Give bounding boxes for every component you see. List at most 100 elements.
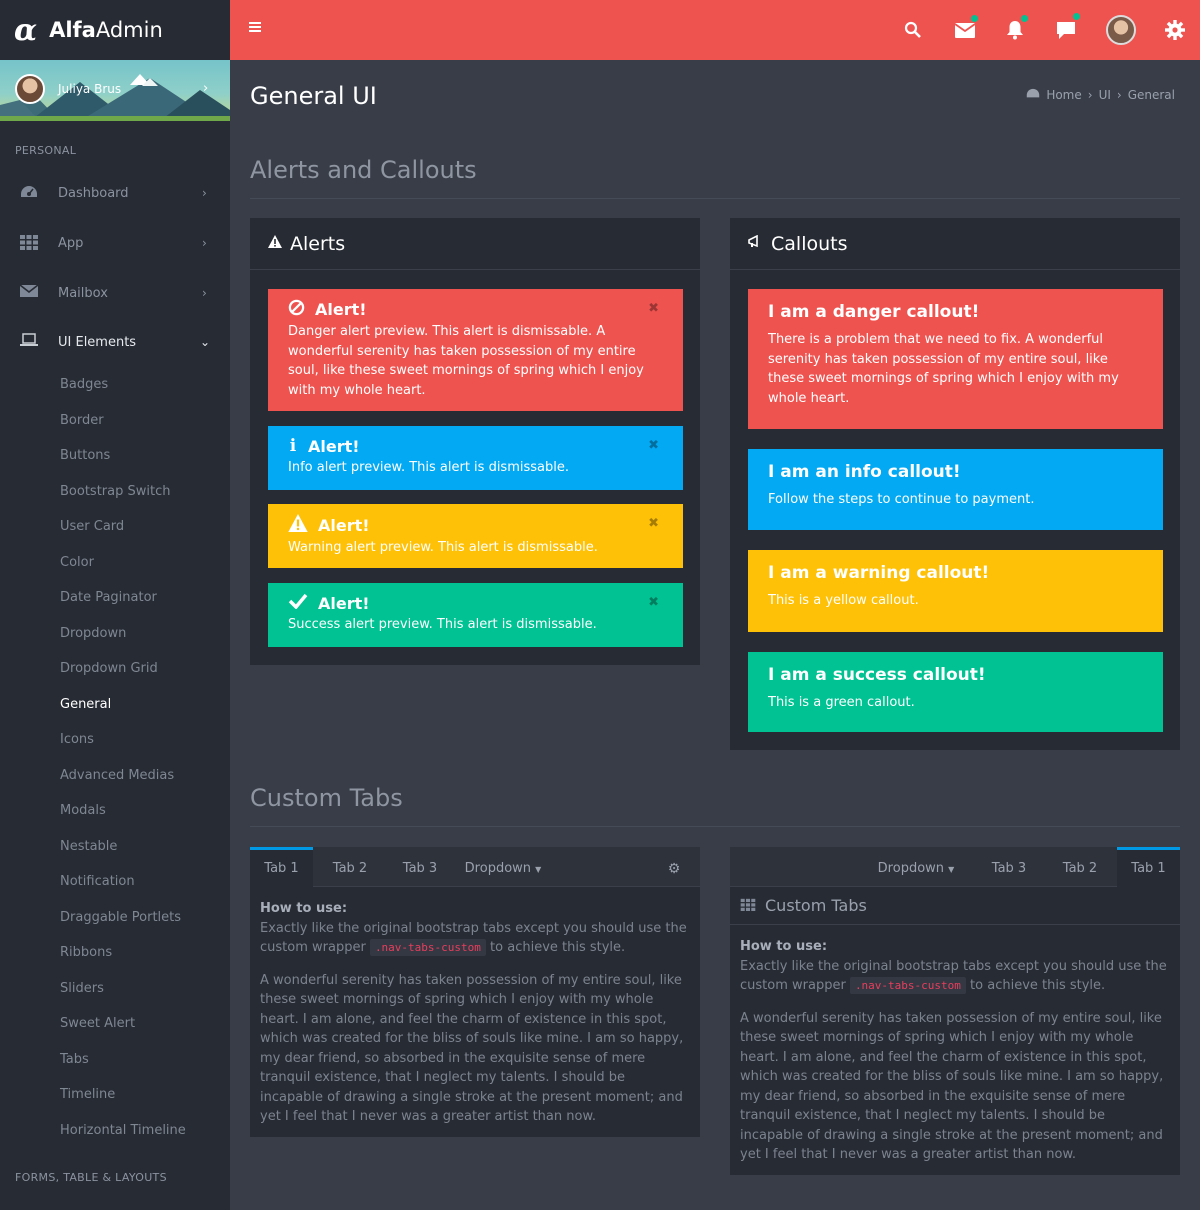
sidebar-subitem[interactable]: Color [60, 555, 94, 570]
search-icon[interactable] [901, 18, 925, 42]
callout-title: I am a danger callout! [768, 302, 980, 322]
alerts-title: Alerts [290, 232, 346, 255]
close-icon[interactable]: ✖ [648, 301, 659, 316]
sidebar: α Alfa Admin Juliya Brus › PERSONAL Dash… [0, 0, 230, 1210]
caret-down-icon: ▼ [948, 865, 955, 874]
sidebar-subitem[interactable]: Tabs [60, 1052, 89, 1067]
alert-text: Warning alert preview. This alert is dis… [288, 540, 598, 555]
callouts-title: Callouts [771, 232, 848, 255]
sidebar-subitem[interactable]: Nestable [60, 839, 117, 854]
sidebar-subitem[interactable]: Border [60, 413, 104, 428]
sidebar-item-label: Dashboard [58, 185, 129, 201]
dashboard-icon [1026, 88, 1040, 102]
tab-1[interactable]: Tab 1 [1117, 847, 1180, 887]
divider [250, 826, 1180, 827]
alert-title: Alert! [315, 300, 367, 319]
sidebar-item-app[interactable]: App › [0, 228, 230, 258]
sidebar-subitem[interactable]: Notification [60, 874, 135, 889]
tabs-header: Custom Tabs [730, 887, 1180, 925]
brand-name-bold: Alfa [49, 18, 96, 42]
tab-dropdown[interactable]: Dropdown ▼ [453, 847, 553, 887]
breadcrumb-ui[interactable]: UI [1099, 88, 1111, 102]
alert-text: Danger alert preview. This alert is dism… [288, 324, 644, 398]
breadcrumb-separator: › [1087, 88, 1093, 102]
code-snippet: .nav-tabs-custom [369, 939, 486, 956]
tab-2[interactable]: Tab 2 [1043, 847, 1117, 887]
dashboard-icon [20, 184, 38, 202]
tab-dropdown-label: Dropdown [464, 861, 532, 876]
sidebar-item-ui-elements[interactable]: UI Elements ⌄ [0, 327, 230, 357]
callout-title: I am an info callout! [768, 462, 961, 482]
callout-title: I am a success callout! [768, 665, 986, 685]
sidebar-subitem[interactable]: Sliders [60, 981, 104, 996]
sidebar-subitem[interactable]: Dropdown Grid [60, 661, 158, 676]
sidebar-subitem[interactable]: Modals [60, 803, 106, 818]
sidebar-subitem[interactable]: Icons [60, 732, 94, 747]
callout-text: This is a yellow callout. [768, 593, 919, 608]
avatar[interactable] [1106, 15, 1136, 45]
alert-title: Alert! [308, 436, 360, 456]
tab-dropdown[interactable]: Dropdown ▼ [861, 847, 971, 887]
notification-badge [1021, 15, 1028, 22]
tab-1[interactable]: Tab 1 [250, 847, 313, 887]
sidebar-subitem[interactable]: Date Paginator [60, 590, 157, 605]
chevron-down-icon: ⌄ [200, 335, 211, 349]
sidebar-item-label: Mailbox [58, 285, 108, 301]
sidebar-subitem[interactable]: Horizontal Timeline [60, 1123, 186, 1138]
tabs-header-title: Custom Tabs [765, 896, 867, 915]
tabs-box-right: Dropdown ▼ Tab 3 Tab 2 Tab 1 Custom Tabs… [730, 847, 1180, 1175]
sidebar-item-label: UI Elements [58, 334, 137, 350]
laptop-icon [20, 333, 38, 351]
tab-2[interactable]: Tab 2 [313, 847, 387, 887]
sidebar-subitem[interactable]: Dropdown [60, 626, 126, 641]
close-icon[interactable]: ✖ [648, 516, 659, 531]
ban-icon [288, 299, 305, 320]
how-to-text-end: to achieve this style. [490, 940, 626, 955]
how-to-label: How to use: [260, 901, 348, 916]
page-title: General UI [250, 82, 377, 110]
gear-icon[interactable]: ⚙ [662, 847, 686, 887]
sidebar-subitem[interactable]: Ribbons [60, 945, 112, 960]
chevron-right-icon[interactable]: › [203, 81, 208, 96]
sidebar-subitem[interactable]: Draggable Portlets [60, 910, 181, 925]
brand-logo[interactable]: α Alfa Admin [0, 0, 230, 60]
tabs-box-left: Tab 1 Tab 2 Tab 3 Dropdown ▼ ⚙ How to us… [250, 847, 700, 1137]
callout-text: There is a problem that we need to fix. … [768, 332, 1119, 406]
how-to-text-end: to achieve this style. [970, 978, 1106, 993]
gear-icon[interactable] [1163, 18, 1187, 42]
tab-3[interactable]: Tab 3 [387, 847, 453, 887]
brand-name: Admin [95, 18, 163, 42]
sidebar-subitem[interactable]: General [60, 697, 111, 712]
tab-paragraph: A wonderful serenity has taken possessio… [740, 1010, 1164, 1163]
alert-warning: Alert! Warning alert preview. This alert… [268, 504, 683, 568]
sidebar-subitem[interactable]: Timeline [60, 1087, 115, 1102]
close-icon[interactable]: ✖ [648, 595, 659, 610]
check-icon [288, 593, 308, 613]
close-icon[interactable]: ✖ [648, 438, 659, 453]
sidebar-subitem[interactable]: User Card [60, 519, 124, 534]
user-panel[interactable]: Juliya Brus › [0, 60, 230, 121]
code-snippet: .nav-tabs-custom [849, 977, 966, 994]
sidebar-item-mailbox[interactable]: Mailbox › [0, 278, 230, 308]
user-name[interactable]: Juliya Brus [58, 82, 121, 96]
sidebar-subitem[interactable]: Badges [60, 377, 108, 392]
sidebar-item-dashboard[interactable]: Dashboard › [0, 178, 230, 208]
alert-success: Alert! Success alert preview. This alert… [268, 583, 683, 647]
notification-badge [1073, 13, 1080, 20]
tab-content: How to use: Exactly like the original bo… [260, 899, 692, 1127]
tab-3[interactable]: Tab 3 [975, 847, 1043, 887]
chat-icon[interactable] [1054, 18, 1078, 42]
sidebar-subitem[interactable]: Buttons [60, 448, 110, 463]
avatar[interactable] [15, 74, 45, 104]
breadcrumb-home[interactable]: Home [1046, 88, 1081, 102]
chevron-right-icon: › [202, 236, 207, 250]
callout-text: This is a green callout. [768, 695, 915, 710]
menu-icon[interactable] [249, 22, 261, 34]
sidebar-subitem[interactable]: Bootstrap Switch [60, 484, 170, 499]
section-title-alerts-callouts: Alerts and Callouts [250, 156, 477, 184]
sidebar-subitem[interactable]: Advanced Medias [60, 768, 174, 783]
caret-down-icon: ▼ [535, 865, 542, 874]
section-title-custom-tabs: Custom Tabs [250, 784, 403, 812]
sidebar-subitem[interactable]: Sweet Alert [60, 1016, 135, 1031]
section-heading-personal: PERSONAL [15, 144, 77, 157]
